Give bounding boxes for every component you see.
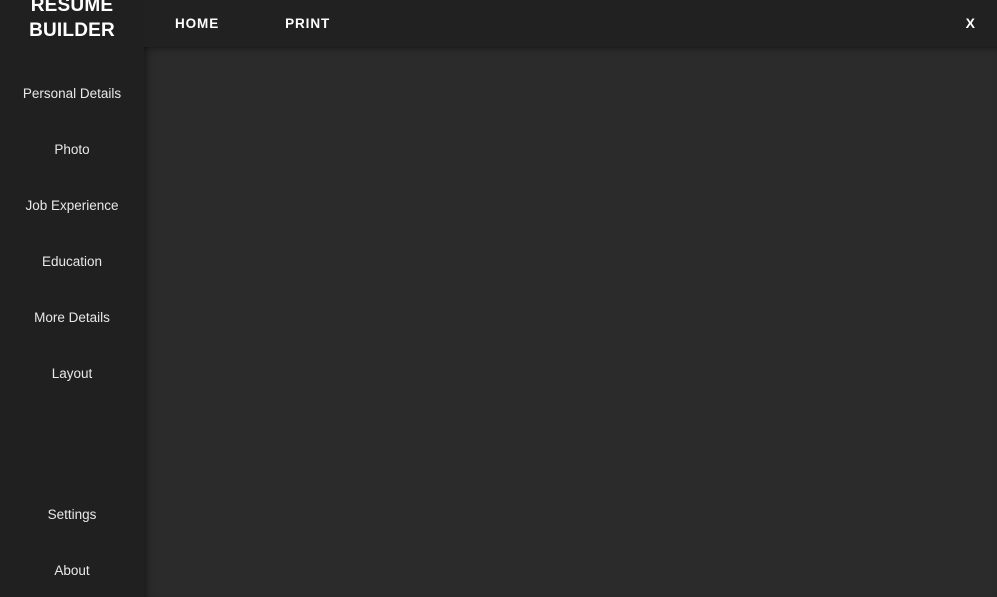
app-logo: RESUME BUILDER — [0, 0, 144, 43]
app-window: RESUME BUILDER Personal Details Photo Jo… — [0, 0, 997, 597]
header-bar: HOME PRINT X — [144, 0, 997, 47]
close-icon[interactable]: X — [960, 0, 981, 47]
sidebar-item-settings[interactable]: Settings — [0, 487, 144, 543]
header-nav: HOME PRINT — [144, 0, 340, 47]
sidebar: RESUME BUILDER Personal Details Photo Jo… — [0, 0, 144, 597]
sidebar-item-education[interactable]: Education — [0, 234, 144, 290]
app-logo-line-2: BUILDER — [29, 20, 115, 41]
sidebar-item-personal-details[interactable]: Personal Details — [0, 66, 144, 122]
app-logo-line-1: RESUME — [30, 0, 114, 16]
tab-print[interactable]: PRINT — [275, 0, 340, 47]
sidebar-nav: Personal Details Photo Job Experience Ed… — [0, 66, 144, 402]
main-content-body — [144, 47, 997, 597]
sidebar-item-photo[interactable]: Photo — [0, 122, 144, 178]
sidebar-nav-bottom: Settings About — [0, 487, 144, 597]
main-content-area — [144, 47, 997, 597]
sidebar-item-job-experience[interactable]: Job Experience — [0, 178, 144, 234]
sidebar-item-layout[interactable]: Layout — [0, 346, 144, 402]
sidebar-item-more-details[interactable]: More Details — [0, 290, 144, 346]
sidebar-item-about[interactable]: About — [0, 543, 144, 597]
tab-home[interactable]: HOME — [165, 0, 229, 47]
